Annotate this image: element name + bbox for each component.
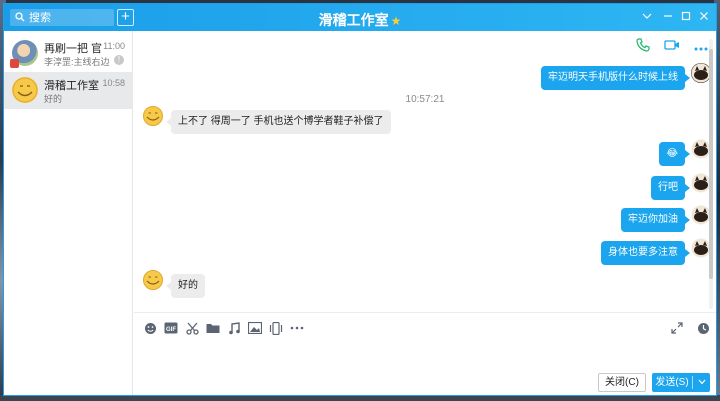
message-bubble-other: 好的: [166, 274, 205, 298]
conversation-item[interactable]: 滑稽工作室 10:58 好的: [4, 72, 133, 109]
conversation-preview: 好的: [44, 94, 63, 104]
music-icon[interactable]: [227, 321, 241, 335]
smiley-avatar: [12, 77, 38, 103]
contact-avatar: [143, 270, 163, 290]
my-avatar: [691, 63, 711, 83]
message-timestamp: 10:57:21: [405, 94, 445, 105]
video-call-icon[interactable]: [664, 39, 680, 54]
svg-text:GIF: GIF: [166, 327, 176, 333]
close-button[interactable]: 关闭(C): [598, 373, 646, 392]
conversation-item[interactable]: 再刷一把 官方 11:00 李淳罡:主线右边的 !: [4, 35, 133, 72]
conversation-name: 再刷一把 官方: [44, 43, 102, 55]
send-button[interactable]: 发送(S): [652, 373, 710, 392]
chevron-down-icon[interactable]: [638, 8, 656, 26]
send-button-separator: [692, 376, 693, 389]
send-button-label: 发送(S): [655, 377, 689, 388]
conversation-preview: 李淳罡:主线右边的: [44, 57, 110, 67]
gif-icon[interactable]: GIF: [164, 321, 178, 335]
my-avatar: [691, 173, 711, 193]
title-bar: + 滑稽工作室★: [4, 4, 716, 31]
conversation-list: 再刷一把 官方 11:00 李淳罡:主线右边的 ! 滑稽工作室 10:58 好的: [4, 31, 133, 395]
more-icon[interactable]: [290, 321, 304, 335]
scrollbar-thumb[interactable]: [709, 49, 713, 279]
window-title-text: 滑稽工作室: [318, 12, 389, 28]
minimize-button[interactable]: [659, 8, 677, 26]
message-bubble-me: 😂: [659, 142, 690, 166]
conversation-time: 11:00: [103, 41, 125, 51]
chat-window: + 滑稽工作室★ 再刷一把 官方 11:00 李淳罡:主线右边的 !: [3, 3, 717, 396]
conversation-time: 10:58: [102, 78, 125, 88]
message-bubble-me: 牢迈明天手机版什么时候上线: [541, 66, 690, 90]
input-divider: [134, 312, 716, 313]
window-title: 滑稽工作室 ★: [4, 10, 716, 30]
shake-icon[interactable]: [269, 321, 283, 335]
message-input[interactable]: [142, 341, 708, 369]
send-options-chevron-icon[interactable]: [694, 373, 710, 392]
my-avatar: [691, 205, 711, 225]
phone-call-icon[interactable]: [636, 38, 650, 55]
more-options-icon[interactable]: [694, 40, 708, 54]
message-bubble-me: 牢迈你加油: [621, 208, 690, 232]
scissors-icon[interactable]: [185, 321, 199, 335]
contact-avatar: [143, 106, 163, 126]
input-toolbar: GIF: [143, 321, 304, 335]
close-window-button[interactable]: [695, 8, 713, 26]
notice-badge: !: [114, 55, 124, 65]
image-icon[interactable]: [248, 321, 262, 335]
my-avatar: [691, 238, 711, 258]
conversation-name: 滑稽工作室: [44, 80, 99, 92]
my-avatar: [691, 139, 711, 159]
chat-panel: 牢迈明天手机版什么时候上线 10:57:21 上不了 得周一了 手机也送个博学者…: [134, 31, 716, 395]
chat-header-actions: [636, 38, 708, 55]
history-clock-icon[interactable]: [696, 321, 710, 335]
star-icon: ★: [390, 14, 402, 28]
input-toolbar-right: [670, 321, 710, 335]
message-bubble-me: 身体也要多注意: [601, 241, 690, 265]
message-bubble-other: 上不了 得周一了 手机也送个博学者鞋子补偿了: [166, 110, 391, 134]
message-bubble-me: 行吧: [651, 176, 690, 200]
emoji-icon[interactable]: [143, 321, 157, 335]
folder-icon[interactable]: [206, 321, 220, 335]
maximize-button[interactable]: [677, 8, 695, 26]
expand-icon[interactable]: [670, 321, 684, 335]
group-badge-icon: [10, 59, 19, 68]
message-scrollbar[interactable]: [709, 39, 713, 309]
